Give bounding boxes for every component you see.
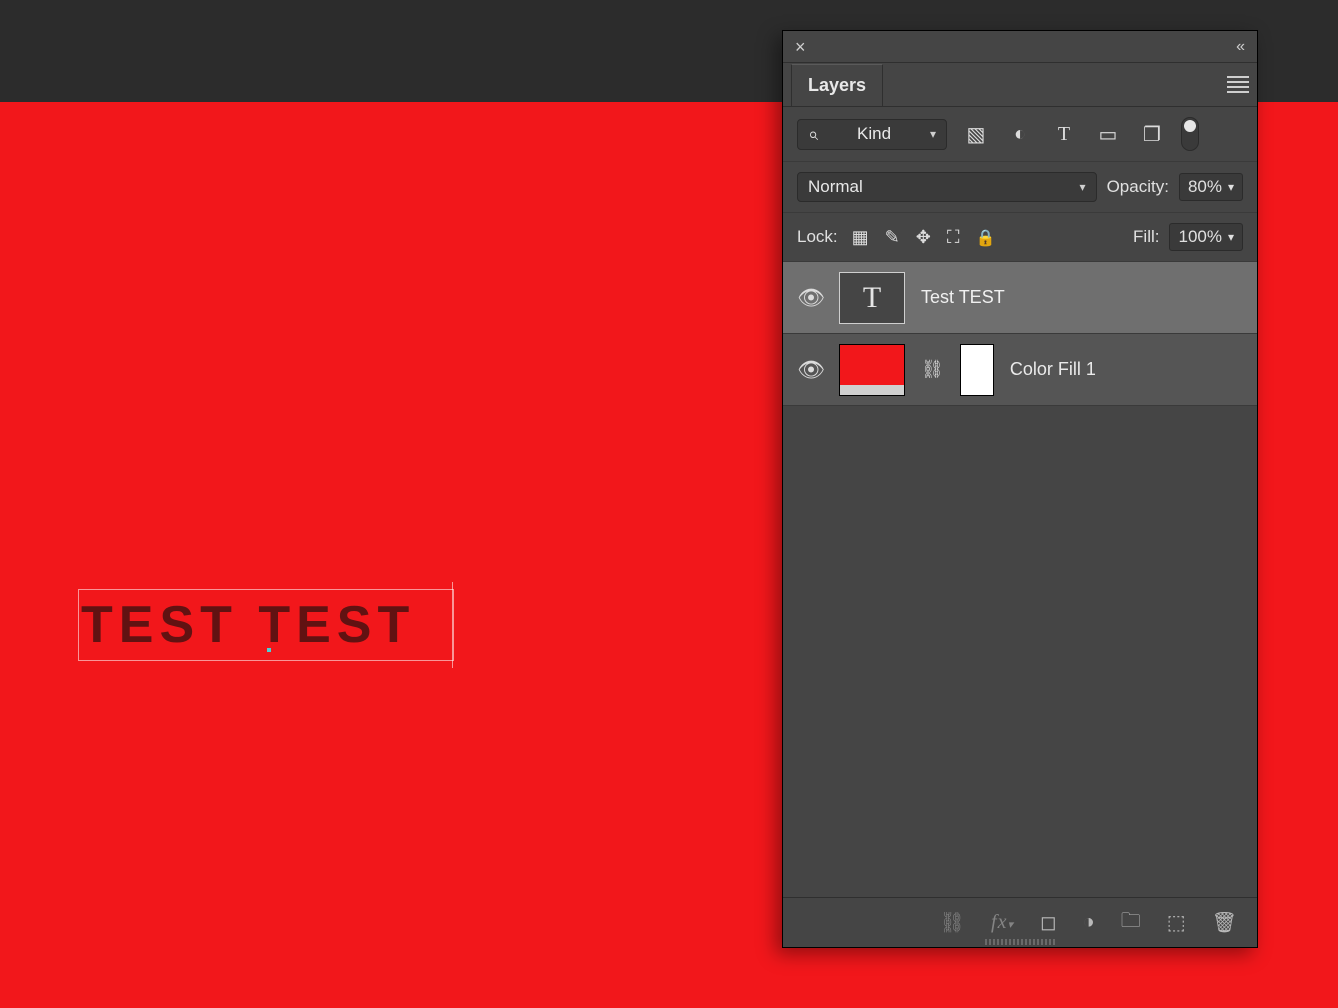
- layer-mask-thumbnail[interactable]: [960, 344, 994, 396]
- text-layer-bounding-box[interactable]: TEST TEST: [78, 589, 454, 661]
- new-group-icon[interactable]: 🗀: [1121, 906, 1141, 940]
- tab-label: Layers: [808, 75, 866, 95]
- panel-menu-icon[interactable]: [1227, 76, 1249, 93]
- chevron-down-icon: ▾: [1228, 230, 1234, 244]
- filter-pixel-icon[interactable]: [965, 123, 987, 145]
- chevron-down-icon: ▾: [1228, 180, 1234, 194]
- chevron-down-icon: ▾: [1080, 180, 1086, 194]
- lock-position-icon[interactable]: [916, 227, 931, 248]
- type-layer-icon: T: [863, 281, 881, 315]
- lock-pixels-icon[interactable]: [885, 227, 900, 248]
- new-layer-icon[interactable]: ⬚: [1167, 910, 1186, 935]
- text-layer-content[interactable]: TEST TEST: [79, 599, 415, 651]
- delete-layer-icon[interactable]: 🗑: [1212, 910, 1237, 935]
- link-layers-icon[interactable]: ⛓: [940, 910, 965, 935]
- lock-row: Lock: Fill: 100% ▾: [783, 213, 1257, 262]
- link-mask-icon[interactable]: ⛓: [921, 359, 944, 380]
- layer-filter-row: Kind ▾: [783, 107, 1257, 162]
- lock-artboard-icon[interactable]: [947, 227, 960, 248]
- opacity-input[interactable]: 80% ▾: [1179, 173, 1243, 201]
- visibility-toggle-icon[interactable]: 👁: [797, 357, 823, 383]
- blend-mode-value: Normal: [808, 177, 863, 197]
- chevron-down-icon: ▾: [930, 127, 936, 141]
- lock-icons: [852, 227, 996, 248]
- filter-type-icons: [965, 123, 1163, 145]
- opacity-value: 80%: [1188, 177, 1222, 197]
- text-caret: [452, 582, 453, 668]
- layers-list: 👁 T Test TEST 👁 ⛓ Color Fill 1: [783, 262, 1257, 406]
- filter-toggle[interactable]: [1181, 117, 1199, 151]
- filter-adjustment-icon[interactable]: [1009, 123, 1031, 145]
- opacity-label: Opacity:: [1107, 177, 1169, 197]
- fill-label: Fill:: [1133, 227, 1159, 247]
- layer-row[interactable]: 👁 T Test TEST: [783, 262, 1257, 334]
- blend-row: Normal ▾ Opacity: 80% ▾: [783, 162, 1257, 213]
- lock-all-icon[interactable]: [975, 227, 995, 248]
- filter-type-icon[interactable]: [1053, 123, 1075, 145]
- layer-name[interactable]: Test TEST: [921, 287, 1005, 308]
- fill-input[interactable]: 100% ▾: [1169, 223, 1243, 251]
- baseline-anchor-icon: [267, 648, 271, 652]
- filter-kind-select[interactable]: Kind ▾: [797, 119, 947, 150]
- close-panel-icon[interactable]: ×: [795, 38, 806, 56]
- panel-footer: ⛓ fx▾ ◻ ◑ 🗀 ⬚ 🗑: [783, 897, 1257, 947]
- layers-panel: × Layers Kind ▾ Normal ▾ Opaci: [782, 30, 1258, 948]
- layer-name[interactable]: Color Fill 1: [1010, 359, 1096, 380]
- layer-fx-icon[interactable]: fx▾: [991, 911, 1014, 934]
- fill-value: 100%: [1178, 227, 1221, 247]
- add-adjustment-icon[interactable]: ◑: [1083, 911, 1095, 934]
- collapse-panel-icon[interactable]: [1236, 38, 1245, 56]
- search-icon: [808, 124, 818, 145]
- panel-tabbar: Layers: [783, 63, 1257, 107]
- panel-resize-grip[interactable]: [985, 939, 1055, 945]
- layer-thumbnail-text[interactable]: T: [839, 272, 905, 324]
- visibility-toggle-icon[interactable]: 👁: [797, 285, 823, 311]
- filter-kind-label: Kind: [857, 124, 891, 144]
- layer-thumbnail-fill[interactable]: [839, 344, 905, 396]
- layer-row[interactable]: 👁 ⛓ Color Fill 1: [783, 334, 1257, 406]
- tab-layers[interactable]: Layers: [791, 64, 883, 106]
- filter-smartobject-icon[interactable]: [1141, 123, 1163, 145]
- lock-transparency-icon[interactable]: [852, 227, 869, 248]
- filter-shape-icon[interactable]: [1097, 123, 1119, 145]
- lock-label: Lock:: [797, 227, 838, 247]
- add-mask-icon[interactable]: ◻: [1040, 910, 1057, 935]
- blend-mode-select[interactable]: Normal ▾: [797, 172, 1097, 202]
- panel-titlebar: ×: [783, 31, 1257, 63]
